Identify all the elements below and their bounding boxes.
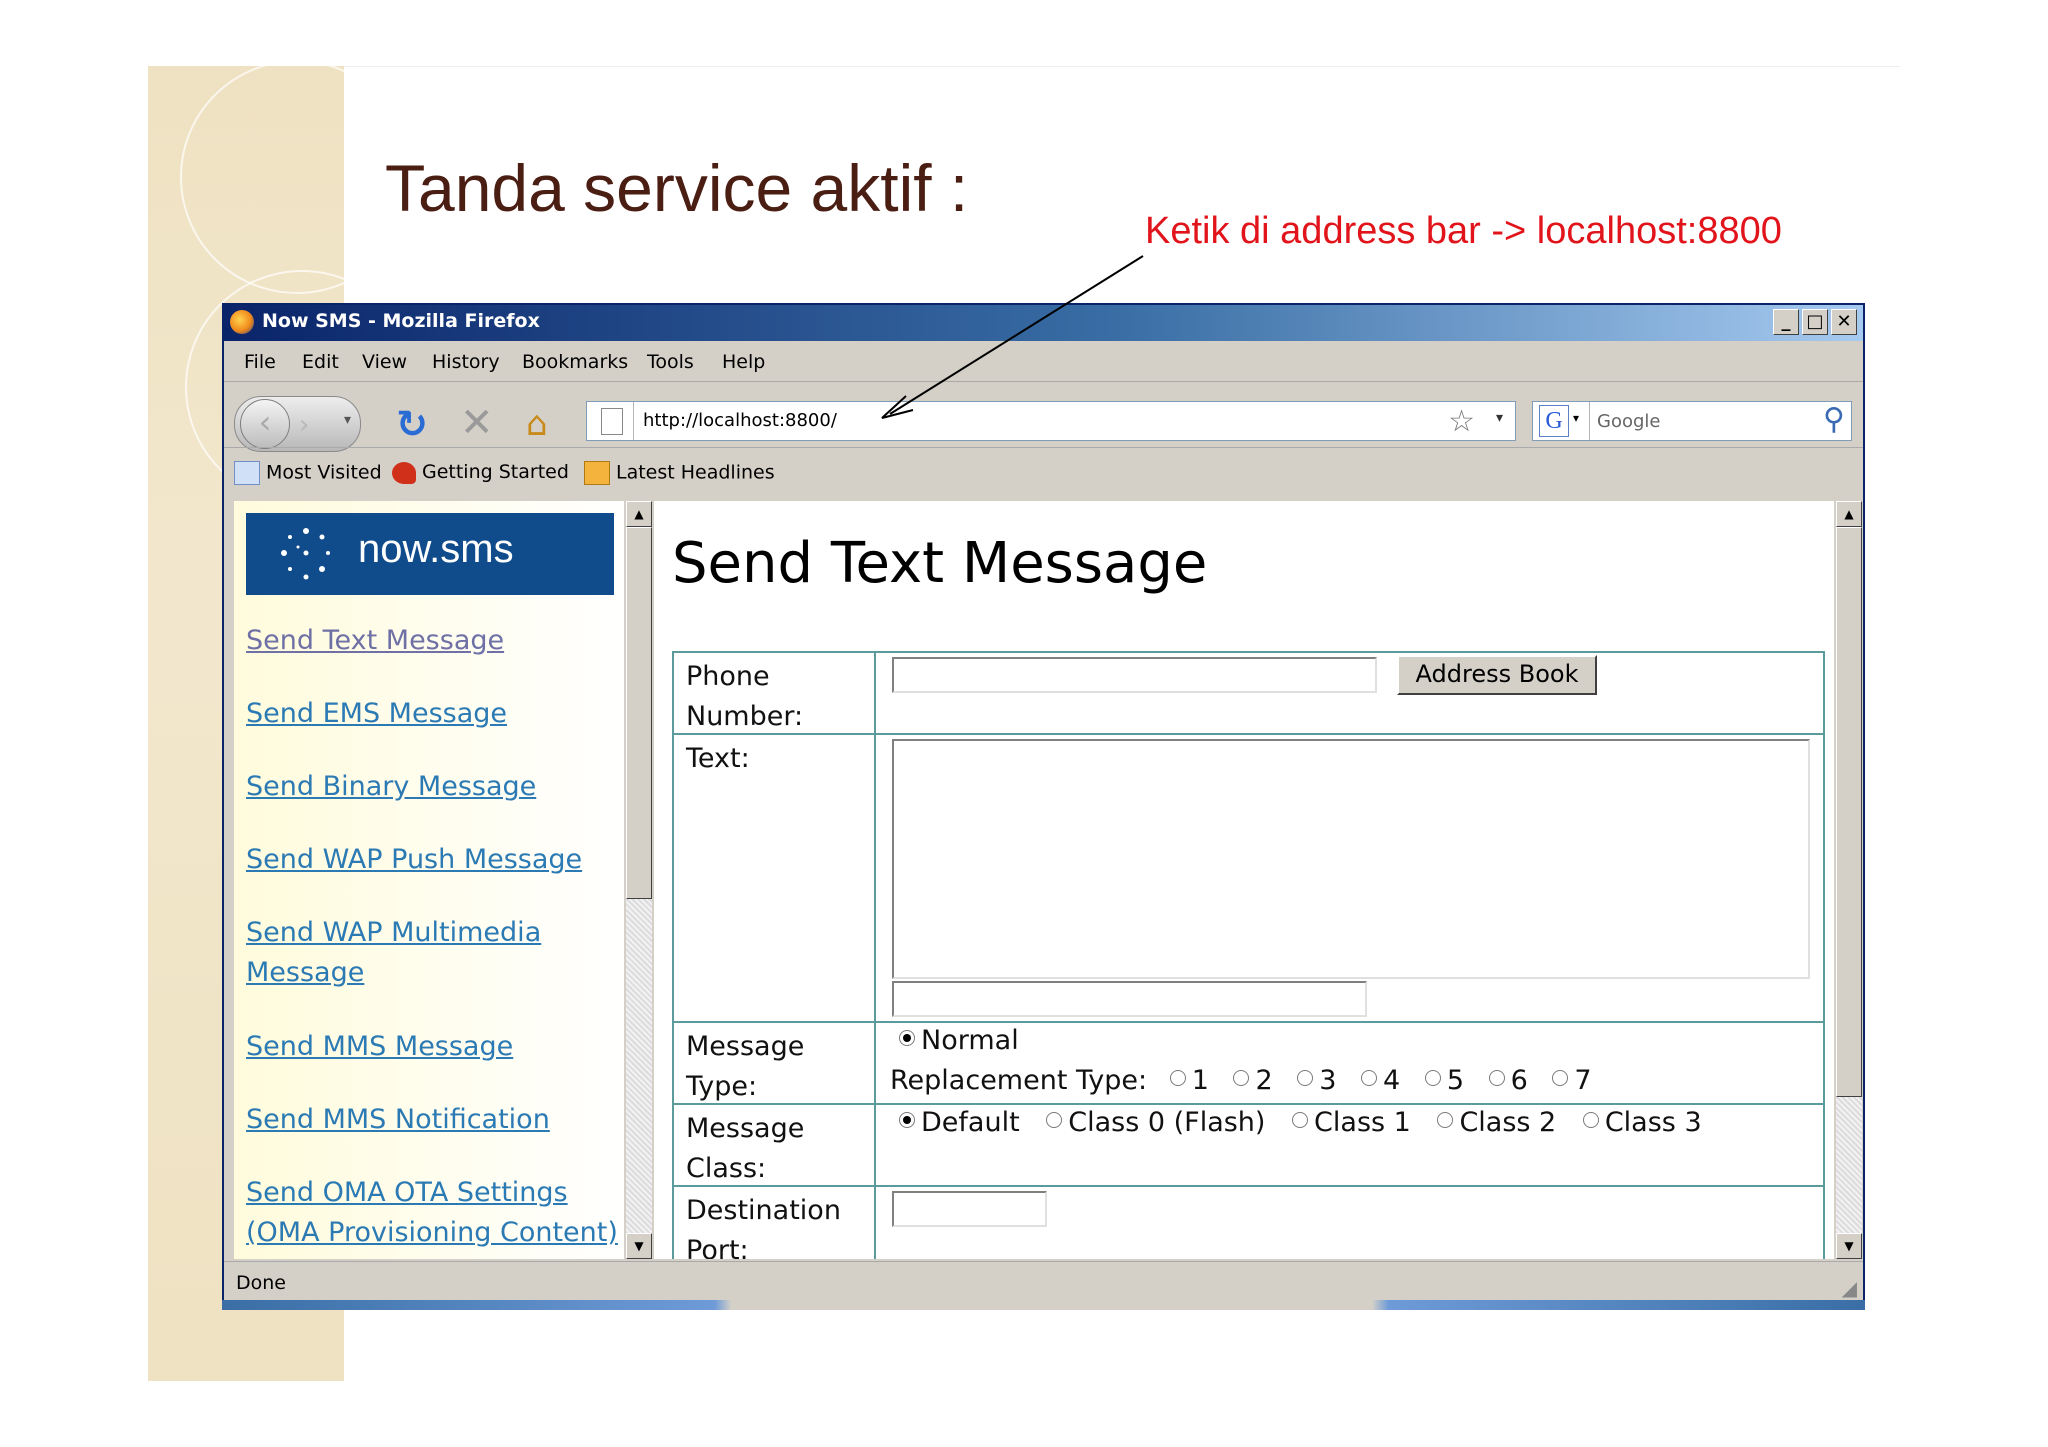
- annotation-arrow: [881, 255, 1144, 419]
